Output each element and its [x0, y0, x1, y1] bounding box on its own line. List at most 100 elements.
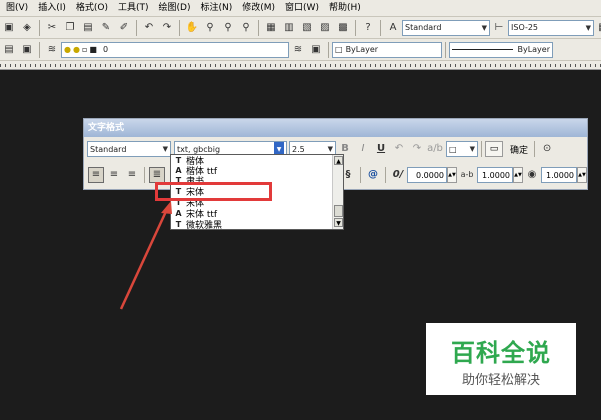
obliquing-spinner[interactable]: ▲▼	[447, 167, 457, 183]
at-symbol-icon[interactable]: @	[365, 167, 381, 183]
pan-icon[interactable]: ✋	[184, 20, 200, 36]
font-list-scrollbar[interactable]: ▲ ▼	[332, 155, 343, 229]
tracking-input[interactable]: 1.0000	[477, 167, 513, 183]
toolbar-separator	[328, 41, 329, 58]
width-factor-input[interactable]: 1.0000	[541, 167, 577, 183]
watermark: 百科全说 助你轻松解决	[426, 323, 576, 395]
undo-icon[interactable]: ↶	[391, 141, 407, 157]
layer-manager-icon[interactable]: ▤	[1, 42, 17, 58]
menu-modify[interactable]: 修改(M)	[238, 0, 281, 16]
font-list-item[interactable]: T 微软雅黑	[173, 219, 222, 230]
linetype-select[interactable]: ByLayer	[449, 41, 553, 58]
truetype-icon: T	[175, 155, 182, 165]
copy-icon[interactable]: ❐	[62, 20, 78, 36]
menu-format[interactable]: 格式(O)	[72, 0, 114, 16]
menu-help[interactable]: 帮助(H)	[325, 0, 367, 16]
color-square-icon: ■	[89, 45, 97, 54]
ruler-button[interactable]: ▭	[485, 141, 503, 157]
ok-button[interactable]: 确定	[507, 141, 531, 157]
toolbar-separator	[380, 19, 381, 36]
text-style-value: Standard	[405, 23, 442, 32]
font-value: txt, gbcbig	[177, 144, 221, 154]
watermark-subtitle: 助你轻松解决	[461, 373, 540, 388]
toolbar-separator	[179, 19, 180, 36]
dialog-title: 文字格式	[84, 119, 587, 137]
undo-icon[interactable]: ↶	[141, 20, 157, 36]
toolbar-separator	[39, 41, 40, 58]
align-top-icon[interactable]: ≣	[149, 167, 165, 183]
sun-icon: ●	[72, 45, 80, 54]
calculator-icon[interactable]: ▩	[335, 20, 351, 36]
color-select[interactable]: □ ByLayer	[332, 41, 442, 58]
chevron-down-icon: ▼	[327, 145, 333, 153]
layer-previous-icon[interactable]: ▣	[308, 42, 324, 58]
brush-icon[interactable]: ✎	[98, 20, 114, 36]
help-icon[interactable]: ?	[360, 20, 376, 36]
scroll-up-icon[interactable]: ▲	[334, 156, 343, 165]
line-sample-icon	[452, 49, 514, 50]
toolbar-separator	[445, 41, 446, 58]
lightbulb-icon: ●	[64, 45, 71, 54]
sheet-set-icon[interactable]: ▨	[317, 20, 333, 36]
menu-window[interactable]: 窗口(W)	[281, 0, 325, 16]
dim-style-icon: ⊢	[494, 21, 504, 33]
menu-tools[interactable]: 工具(T)	[114, 0, 155, 16]
align-left-icon[interactable]: ≡	[88, 167, 104, 183]
align-right-icon[interactable]: ≡	[124, 167, 140, 183]
tool-palette-icon[interactable]: ▧	[299, 20, 315, 36]
zoom-window-icon[interactable]: ⚲	[220, 20, 236, 36]
stack-icon[interactable]: a/b	[427, 141, 443, 157]
print-icon[interactable]: ▣	[1, 20, 17, 36]
underline-button[interactable]: U	[373, 141, 389, 157]
dim-style-select[interactable]: ISO-25 ▼	[508, 19, 594, 36]
options-icon[interactable]: ⊙	[539, 141, 555, 157]
zoom-previous-icon[interactable]: ⚲	[238, 20, 254, 36]
layers-icon[interactable]: ≋	[44, 42, 60, 58]
menu-dimension[interactable]: 标注(N)	[196, 0, 238, 16]
paste-icon[interactable]: ▤	[80, 20, 96, 36]
font-list-item[interactable]: A 宋体 ttf	[173, 208, 217, 220]
toolbar-separator	[258, 19, 259, 36]
text-color-select[interactable]: □ ▼	[446, 141, 478, 157]
menu-insert[interactable]: 插入(I)	[34, 0, 72, 16]
color-value: ByLayer	[345, 45, 379, 54]
scrollbar-thumb[interactable]	[334, 205, 343, 217]
layer-select[interactable]: ● ● ▫ ■ 0	[61, 41, 289, 58]
toolbar-separator	[39, 19, 40, 36]
match-icon[interactable]: ✐	[116, 20, 132, 36]
color-swatch-icon: □	[449, 144, 457, 154]
chevron-down-icon: ▼	[585, 23, 591, 32]
tracking-spinner[interactable]: ▲▼	[513, 167, 523, 183]
style-select[interactable]: Standard ▼	[87, 141, 171, 157]
dialog-separator	[385, 167, 386, 183]
italic-button[interactable]: I	[355, 141, 371, 157]
dim-style-value: ISO-25	[511, 23, 539, 32]
width-factor-icon: ◉	[527, 169, 537, 180]
text-style-select[interactable]: Standard ▼	[402, 19, 490, 36]
make-current-icon[interactable]: ≋	[290, 42, 306, 58]
highlight-box	[155, 182, 272, 201]
scroll-down-icon[interactable]: ▼	[334, 218, 343, 227]
standard-toolbar: ▣ ◈ ✂ ❐ ▤ ✎ ✐ ↶ ↷ ✋ ⚲ ⚲ ⚲ ▦ ▥ ▧ ▨ ▩ ? A …	[0, 17, 601, 39]
redo-icon[interactable]: ↷	[159, 20, 175, 36]
shx-font-icon: A	[175, 208, 182, 218]
width-factor-spinner[interactable]: ▲▼	[577, 167, 587, 183]
cut-icon[interactable]: ✂	[44, 20, 60, 36]
layer-state-icon[interactable]: ▣	[19, 42, 35, 58]
redo-icon[interactable]: ↷	[409, 141, 425, 157]
height-value: 2.5	[292, 144, 305, 154]
dialog-separator	[534, 141, 536, 157]
align-center-icon[interactable]: ≡	[106, 167, 122, 183]
toolbar-separator	[136, 19, 137, 36]
obliquing-input[interactable]: 0.0000	[407, 167, 447, 183]
layer-value: 0	[102, 45, 109, 54]
design-center-icon[interactable]: ▥	[281, 20, 297, 36]
menu-view[interactable]: 图(V)	[2, 0, 34, 16]
text-style-icon: A	[389, 21, 397, 33]
menu-draw[interactable]: 绘图(D)	[155, 0, 197, 16]
truetype-icon: T	[175, 219, 182, 229]
oblique-icon: 0/	[392, 169, 404, 180]
zoom-icon[interactable]: ⚲	[202, 20, 218, 36]
properties-icon[interactable]: ▦	[263, 20, 279, 36]
preview-icon[interactable]: ◈	[19, 20, 35, 36]
